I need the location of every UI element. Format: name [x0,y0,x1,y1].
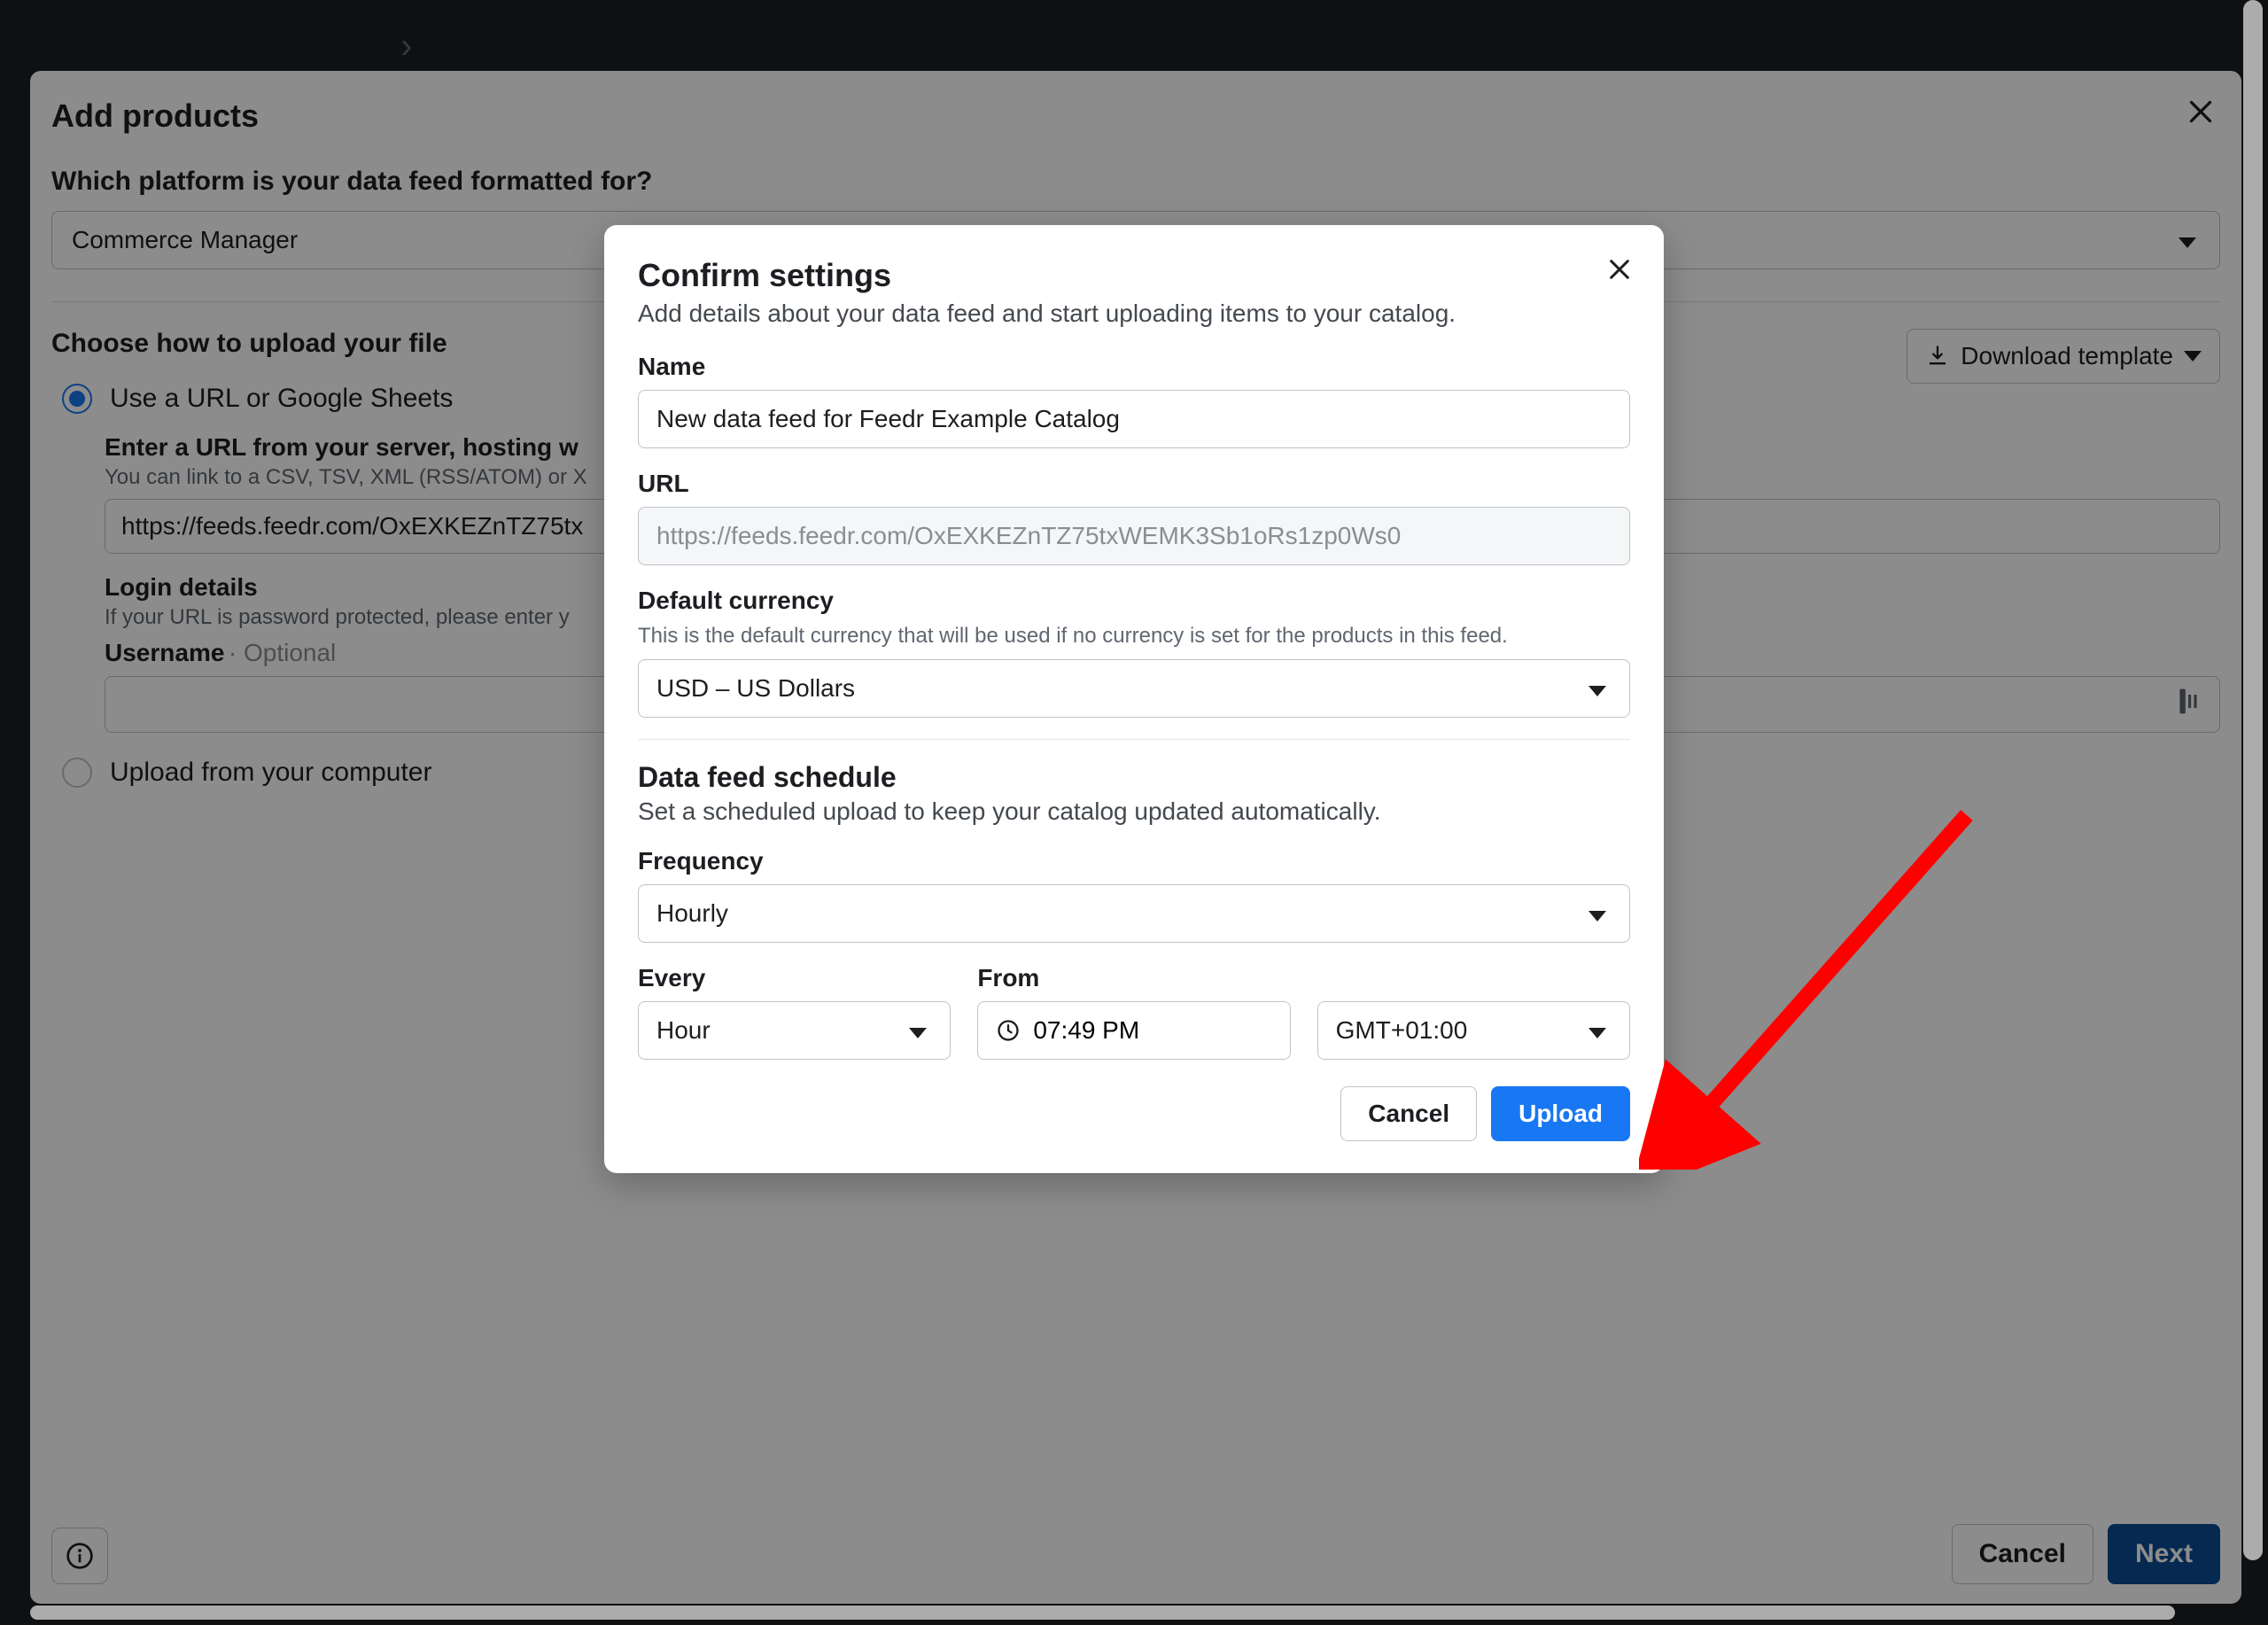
url-input: https://feeds.feedr.com/OxEXKEZnTZ75txWE… [638,507,1630,565]
annotation-arrow [1639,797,2011,1170]
close-icon[interactable] [1605,255,1634,288]
from-time-value: 07:49 PM [1033,1016,1139,1045]
currency-desc: This is the default currency that will b… [638,624,1630,649]
clock-icon [996,1018,1021,1043]
caret-down-icon [1588,899,1606,928]
url-label: URL [638,470,1630,498]
confirm-settings-modal: Confirm settings Add details about your … [604,225,1664,1173]
url-value: https://feeds.feedr.com/OxEXKEZnTZ75txWE… [656,522,1401,549]
modal-title: Confirm settings [638,257,1630,294]
name-value: New data feed for Feedr Example Catalog [656,405,1120,432]
frequency-value: Hourly [656,899,728,927]
schedule-title: Data feed schedule [638,761,1630,794]
frequency-select[interactable]: Hourly [638,884,1630,943]
currency-label: Default currency [638,587,1630,615]
every-value: Hour [656,1016,711,1044]
modal-upload-button[interactable]: Upload [1491,1086,1630,1141]
caret-down-icon [1588,1016,1606,1045]
from-label: From [977,964,1290,992]
name-label: Name [638,353,1630,381]
currency-select[interactable]: USD – US Dollars [638,659,1630,718]
from-time-input[interactable]: 07:49 PM [977,1001,1290,1060]
caret-down-icon [1588,674,1606,703]
currency-value: USD – US Dollars [656,674,855,702]
modal-cancel-button[interactable]: Cancel [1340,1086,1477,1141]
schedule-subtitle: Set a scheduled upload to keep your cata… [638,797,1630,826]
timezone-select[interactable]: GMT+01:00 [1317,1001,1630,1060]
name-input[interactable]: New data feed for Feedr Example Catalog [638,390,1630,448]
every-label: Every [638,964,951,992]
modal-subtitle: Add details about your data feed and sta… [638,299,1630,328]
timezone-value: GMT+01:00 [1336,1016,1468,1044]
frequency-label: Frequency [638,847,1630,875]
every-select[interactable]: Hour [638,1001,951,1060]
scrollbar-vertical[interactable] [2243,0,2263,1560]
divider [638,739,1630,740]
scrollbar-horizontal[interactable] [30,1606,2175,1620]
caret-down-icon [909,1016,927,1045]
